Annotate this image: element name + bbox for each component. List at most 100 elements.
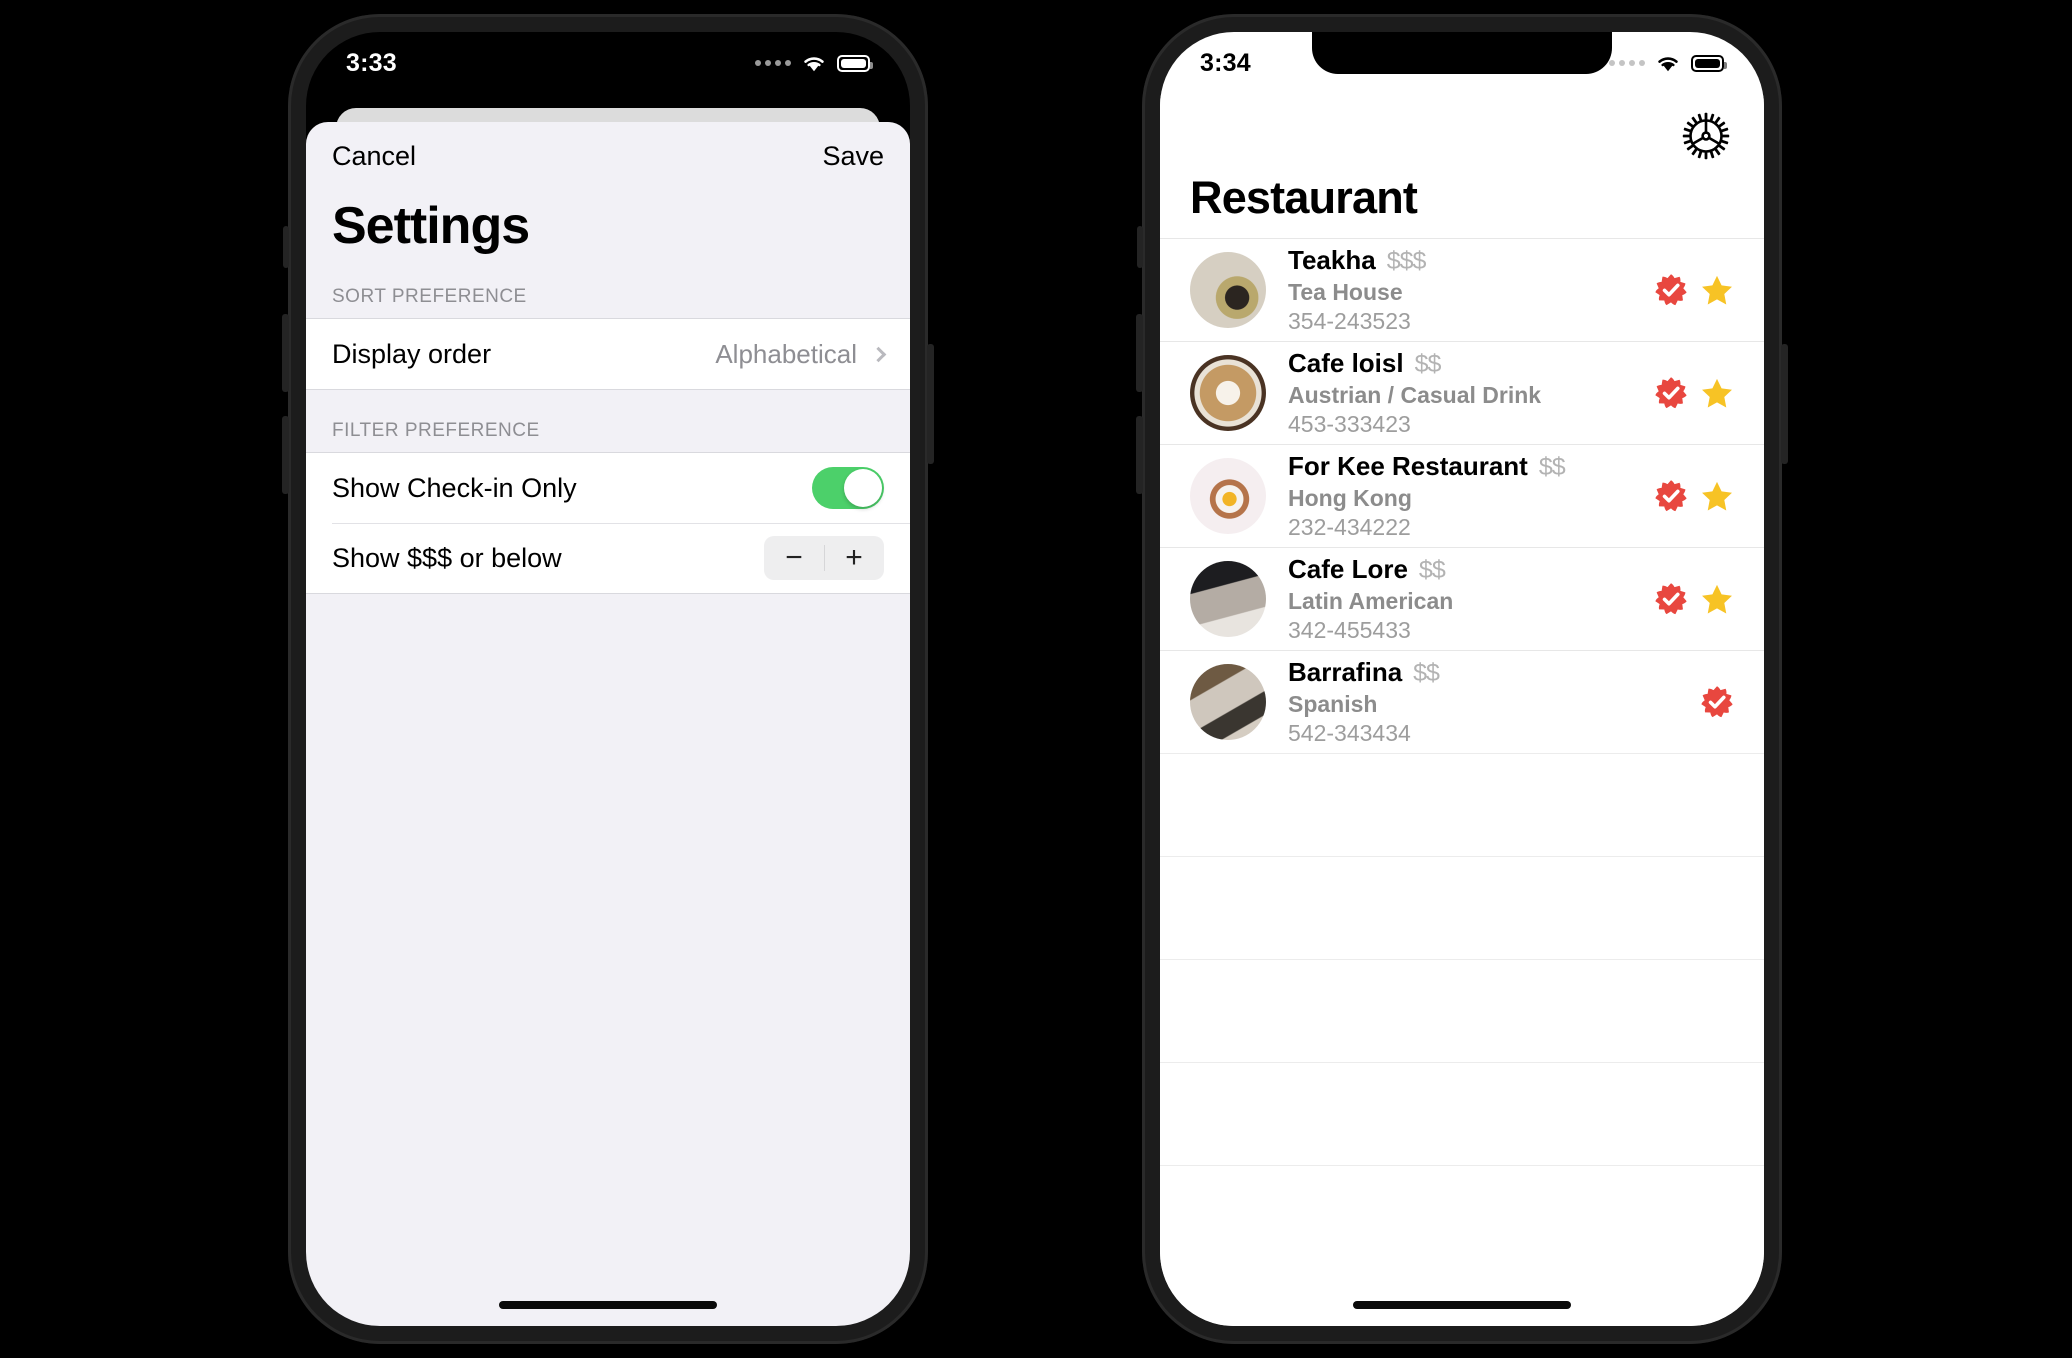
- power-button[interactable]: [1781, 344, 1788, 464]
- restaurant-name: Teakha: [1288, 245, 1376, 275]
- volume-down-button[interactable]: [1136, 416, 1143, 494]
- restaurant-status-marks: [1654, 479, 1734, 513]
- restaurant-list-item[interactable]: Teakha $$$ Tea House 354-243523: [1160, 238, 1764, 341]
- save-button[interactable]: Save: [822, 141, 884, 172]
- right-phone-device: 3:34 Restaurant Teakha $$$ Tea House 354…: [1136, 14, 1788, 1344]
- silent-switch[interactable]: [1137, 226, 1143, 268]
- restaurant-phone: 542-343434: [1288, 720, 1411, 746]
- restaurant-status-marks: [1700, 685, 1734, 719]
- check-in-badge-icon: [1655, 274, 1687, 306]
- modal-toolbar: Cancel Save: [306, 122, 910, 190]
- restaurant-price-level: $$: [1538, 453, 1566, 481]
- battery-icon: [1691, 54, 1727, 72]
- check-in-badge-icon: [1655, 377, 1687, 409]
- row-show-checkin-only[interactable]: Show Check-in Only: [306, 453, 910, 523]
- stepper-decrement-button[interactable]: −: [764, 543, 824, 573]
- show-checkin-only-toggle[interactable]: [812, 467, 884, 509]
- check-in-badge-icon: [1655, 583, 1687, 615]
- restaurant-thumbnail: [1190, 458, 1266, 534]
- restaurant-status-marks: [1654, 273, 1734, 307]
- wifi-icon: [804, 56, 824, 71]
- settings-modal-sheet: Cancel Save Settings SORT PREFERENCE Dis…: [306, 122, 910, 1326]
- restaurant-header: Restaurant: [1160, 94, 1764, 244]
- restaurant-thumbnail: [1190, 355, 1266, 431]
- row-display-order[interactable]: Display order Alphabetical: [306, 319, 910, 389]
- left-phone-screen: 3:33 Cancel Save Settings SORT PREFERENC…: [306, 32, 910, 1326]
- right-phone-screen: 3:34 Restaurant Teakha $$$ Tea House 354…: [1160, 32, 1764, 1326]
- volume-up-button[interactable]: [282, 314, 289, 392]
- restaurant-details: Cafe loisl $$ Austrian / Casual Drink 453-3…: [1288, 348, 1654, 438]
- row-label: Display order: [332, 338, 492, 369]
- page-title: Restaurant: [1190, 172, 1418, 223]
- restaurant-name: Cafe Lore: [1288, 554, 1408, 584]
- home-indicator[interactable]: [499, 1301, 717, 1309]
- restaurant-thumbnail: [1190, 664, 1266, 740]
- restaurant-list-item[interactable]: For Kee Restaurant $$ Hong Kong 232-434222: [1160, 444, 1764, 547]
- restaurant-phone: 453-333423: [1288, 411, 1411, 437]
- screenshot-stage: 3:33 Cancel Save Settings SORT PREFERENC…: [0, 0, 2072, 1358]
- restaurant-name: Cafe loisl: [1288, 348, 1404, 378]
- stepper-divider: [824, 545, 825, 571]
- wifi-icon: [1658, 56, 1678, 71]
- cancel-button[interactable]: Cancel: [332, 141, 416, 172]
- empty-list-row: [1160, 753, 1764, 856]
- row-label: Show Check-in Only: [332, 472, 577, 503]
- power-button[interactable]: [927, 344, 934, 464]
- signal-dots-icon: [1609, 60, 1645, 66]
- section-header-sort: SORT PREFERENCE: [332, 286, 527, 307]
- favorite-star-icon: [1702, 481, 1732, 511]
- display-order-value: Alphabetical: [715, 338, 857, 369]
- restaurant-thumbnail: [1190, 561, 1266, 637]
- restaurant-thumbnail: [1190, 252, 1266, 328]
- restaurant-type: Latin American: [1288, 588, 1454, 614]
- stepper-increment-button[interactable]: +: [824, 543, 884, 573]
- notch: [458, 32, 758, 74]
- restaurant-name: Barrafina: [1288, 657, 1403, 687]
- notch: [1312, 32, 1612, 74]
- settings-button[interactable]: [1682, 112, 1730, 160]
- check-in-badge-icon: [1701, 686, 1733, 718]
- restaurant-phone: 232-434222: [1288, 514, 1411, 540]
- restaurant-phone: 342-455433: [1288, 617, 1411, 643]
- restaurant-status-marks: [1654, 582, 1734, 616]
- home-indicator[interactable]: [1353, 1301, 1571, 1309]
- favorite-star-icon: [1702, 275, 1732, 305]
- restaurant-name: For Kee Restaurant: [1288, 451, 1528, 481]
- page-title: Settings: [332, 197, 530, 255]
- restaurant-details: Cafe Lore $$ Latin American 342-455433: [1288, 554, 1654, 644]
- restaurant-list[interactable]: Teakha $$$ Tea House 354-243523 Cafe loisl $$…: [1160, 238, 1764, 1326]
- restaurant-type: Spanish: [1288, 691, 1378, 717]
- signal-dots-icon: [755, 60, 791, 66]
- gear-icon: [1682, 112, 1730, 160]
- restaurant-price-level: $$: [1418, 556, 1446, 584]
- favorite-star-icon: [1702, 378, 1732, 408]
- battery-icon: [837, 54, 873, 72]
- chevron-right-icon: [870, 346, 887, 362]
- empty-list-row: [1160, 856, 1764, 959]
- restaurant-details: Barrafina $$ Spanish 542-343434: [1288, 657, 1700, 747]
- price-stepper[interactable]: − +: [764, 536, 884, 580]
- restaurant-type: Hong Kong: [1288, 485, 1412, 511]
- restaurant-list-item[interactable]: Cafe loisl $$ Austrian / Casual Drink 453-3…: [1160, 341, 1764, 444]
- silent-switch[interactable]: [283, 226, 289, 268]
- restaurant-price-level: $$$: [1386, 247, 1427, 275]
- volume-down-button[interactable]: [282, 416, 289, 494]
- restaurant-list-item[interactable]: Barrafina $$ Spanish 542-343434: [1160, 650, 1764, 753]
- restaurant-details: For Kee Restaurant $$ Hong Kong 232-434222: [1288, 451, 1654, 541]
- status-time: 3:34: [1200, 48, 1251, 77]
- restaurant-type: Austrian / Casual Drink: [1288, 382, 1542, 408]
- status-time: 3:33: [346, 48, 397, 77]
- empty-list-row: [1160, 959, 1764, 1062]
- restaurant-details: Teakha $$$ Tea House 354-243523: [1288, 245, 1654, 335]
- restaurant-phone: 354-243523: [1288, 308, 1411, 334]
- section-header-filter: FILTER PREFERENCE: [332, 420, 540, 441]
- row-label: Show $$$ or below: [332, 542, 562, 573]
- restaurant-status-marks: [1654, 376, 1734, 410]
- volume-up-button[interactable]: [1136, 314, 1143, 392]
- check-in-badge-icon: [1655, 480, 1687, 512]
- restaurant-list-item[interactable]: Cafe Lore $$ Latin American 342-455433: [1160, 547, 1764, 650]
- filter-preference-group: Show Check-in Only Show $$$ or below − +: [306, 452, 910, 594]
- restaurant-type: Tea House: [1288, 279, 1403, 305]
- restaurant-price-level: $$: [1413, 659, 1440, 687]
- row-show-price-or-below[interactable]: Show $$$ or below − +: [306, 523, 910, 593]
